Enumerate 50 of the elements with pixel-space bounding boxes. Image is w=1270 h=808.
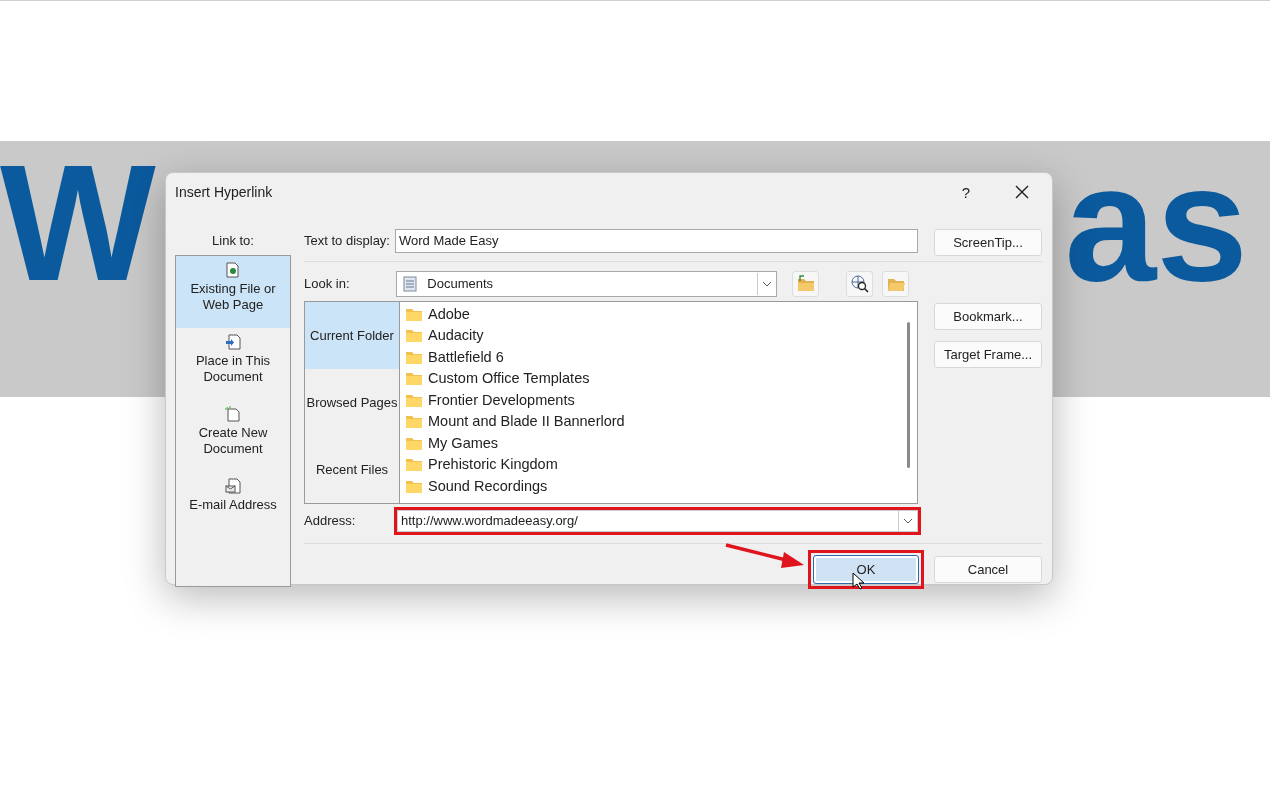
dialog-button[interactable]: ScreenTip... (934, 229, 1042, 256)
dialog-button[interactable]: Bookmark... (934, 303, 1042, 330)
field-label: Address: (304, 513, 357, 528)
banner-text: W (0, 141, 156, 317)
field-label: Look in: (304, 276, 351, 291)
banner-text: as (1064, 141, 1248, 317)
file-name[interactable]: Audacity (428, 327, 484, 344)
document-icon (225, 262, 241, 278)
link-option[interactable]: Place in This Document (176, 328, 290, 400)
section-label: Link to: (211, 232, 255, 250)
browse-web-button[interactable] (846, 270, 873, 297)
folder-icon (405, 456, 423, 473)
folder-icon (405, 413, 423, 430)
up-folder-button[interactable] (792, 270, 819, 297)
help-button[interactable]: ? (938, 173, 994, 211)
view-tab[interactable]: Recent Files (305, 436, 399, 503)
file-name[interactable]: Prehistoric Kingdom (428, 456, 558, 473)
file-name[interactable]: Frontier Developments (428, 391, 575, 408)
mouse-pointer-icon (852, 572, 864, 590)
close-icon (1015, 185, 1029, 199)
view-tab[interactable]: Browsed Pages (305, 369, 399, 436)
file-name[interactable]: Mount and Blade II Bannerlord (428, 413, 625, 430)
file-name[interactable]: My Games (428, 434, 499, 451)
file-name[interactable]: Sound Recordings (428, 477, 548, 494)
folder-icon (405, 370, 423, 387)
link-option[interactable]: Existing File or Web Page (176, 256, 290, 328)
address-field[interactable]: http://www.wordmadeeasy.org/ (397, 509, 898, 532)
dialog-button[interactable]: Target Frame... (934, 341, 1042, 368)
file-name[interactable]: Adobe (428, 305, 470, 322)
cancel-button[interactable]: Cancel (934, 556, 1042, 583)
envelope-document-icon (225, 478, 241, 494)
globe-search-icon (849, 273, 870, 294)
text-field[interactable]: Word Made Easy (395, 228, 918, 253)
view-tab[interactable]: Current Folder (305, 302, 399, 369)
link-option[interactable]: Create New Document (176, 400, 290, 472)
link-option[interactable]: E-mail Address (176, 472, 290, 544)
folder-icon (405, 327, 423, 344)
scrollbar-thumb[interactable] (906, 322, 910, 468)
folder-dropdown[interactable]: Documents (396, 270, 777, 297)
file-name[interactable]: Custom Office Templates (428, 370, 590, 387)
field-label: Text to display: (304, 233, 391, 248)
file-name[interactable]: Battlefield 6 (428, 348, 504, 365)
document-arrow-icon (225, 334, 241, 350)
ok-button[interactable]: OK (813, 555, 919, 584)
dropdown-button[interactable] (898, 509, 918, 532)
folder-arrow-icon (795, 274, 816, 293)
new-document-icon (225, 406, 241, 422)
window-title: Insert Hyperlink (175, 184, 273, 200)
document-icon (403, 275, 418, 292)
browse-file-button[interactable] (882, 270, 909, 297)
